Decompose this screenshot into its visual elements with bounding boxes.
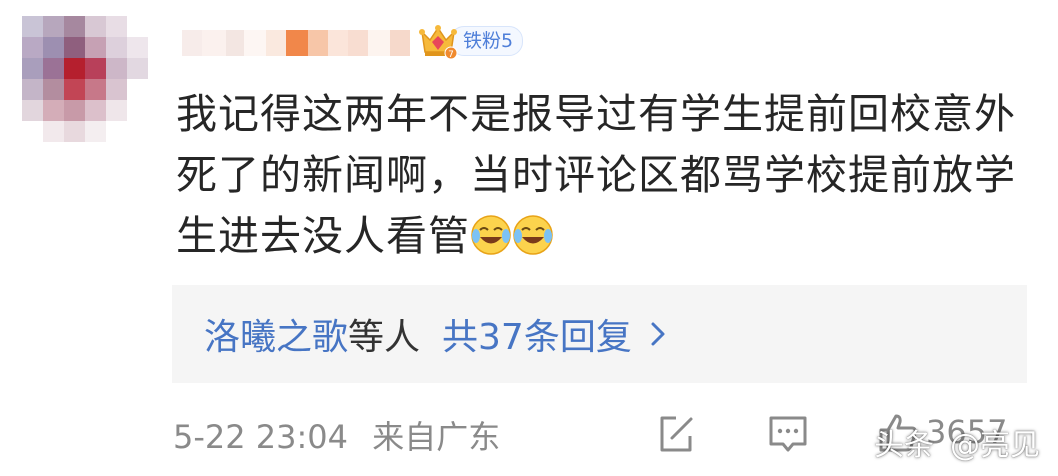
laughing-crying-emoji-icon (513, 215, 553, 255)
fan-badge[interactable]: 7 铁粉5 (418, 22, 524, 60)
watermark-platform: 头条 (874, 428, 934, 463)
replies-preview[interactable]: 洛曦之歌 等人 共37条回复 (172, 285, 1027, 383)
comment-time: 5-22 23:04 (173, 418, 349, 456)
username-redacted[interactable] (182, 30, 410, 56)
comment-meta: 5-22 23:04 来自广东 (173, 412, 500, 458)
watermark: 头条 @亮见 (874, 420, 1040, 464)
share-icon[interactable] (654, 412, 698, 456)
reply-etc-label: 等人 (348, 317, 421, 358)
comment-body: 我记得这两年不是报导过有学生提前回校意外死了的新闻啊，当时评论区都骂学校提前放学… (176, 84, 1036, 267)
laughing-crying-emoji-icon (471, 215, 511, 255)
crown-icon: 7 (419, 25, 458, 60)
reply-author-link[interactable]: 洛曦之歌 (204, 308, 348, 360)
avatar[interactable] (22, 16, 148, 142)
fan-level-label: 铁粉5 (450, 26, 524, 56)
reply-count-link[interactable]: 共37条回复 (442, 308, 632, 360)
chevron-right-icon (651, 322, 665, 346)
svg-text:7: 7 (448, 50, 454, 60)
watermark-author: @亮见 (950, 428, 1040, 463)
comment-text: 我记得这两年不是报导过有学生提前回校意外死了的新闻啊，当时评论区都骂学校提前放学… (176, 90, 1016, 260)
comment-location: 来自广东 (372, 418, 501, 456)
comment-icon[interactable] (766, 412, 810, 456)
comment-card: 7 铁粉5 我记得这两年不是报导过有学生提前回校意外死了的新闻啊，当时评论区都骂… (0, 0, 1058, 476)
